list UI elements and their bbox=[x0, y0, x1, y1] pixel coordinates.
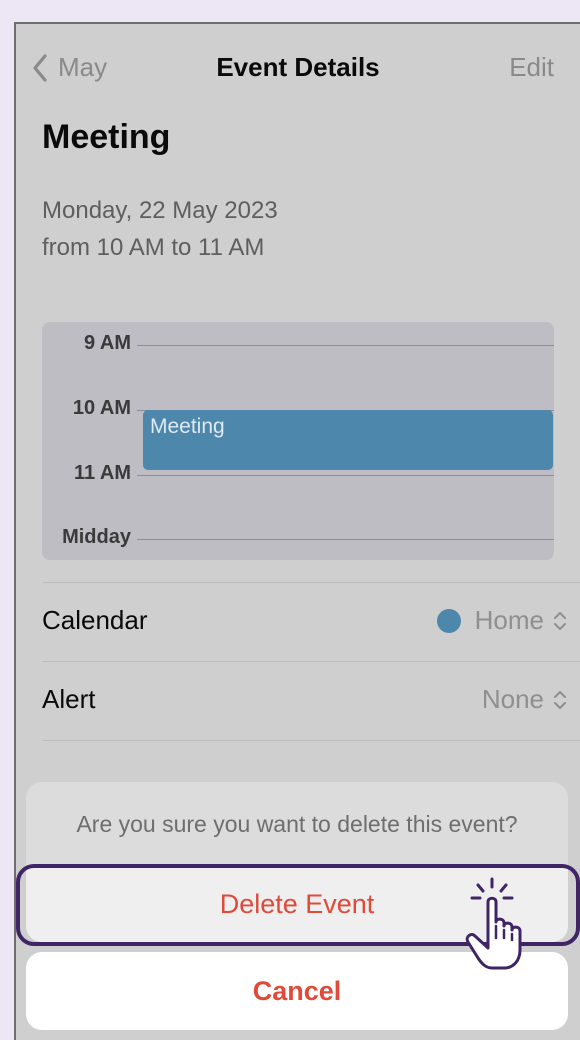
navigation-bar: May Event Details Edit bbox=[16, 24, 580, 114]
day-timeline-preview[interactable]: 9 AM 10 AM 11 AM Midday Meeting bbox=[42, 322, 554, 560]
timeline-hour-label: 10 AM bbox=[72, 397, 131, 419]
alert-value: None bbox=[481, 684, 544, 714]
event-date-time: Monday, 22 May 2023 from 10 AM to 11 AM bbox=[42, 192, 278, 266]
chevron-up-down-icon bbox=[554, 611, 566, 630]
alert-row[interactable]: Alert None bbox=[42, 661, 580, 739]
delete-event-button[interactable]: Delete Event bbox=[26, 867, 568, 942]
timeline-hour-line bbox=[137, 539, 554, 540]
timeline-event-block[interactable]: Meeting bbox=[143, 410, 553, 470]
alert-selector[interactable]: None bbox=[482, 684, 568, 715]
event-date: Monday, 22 May 2023 bbox=[42, 197, 278, 224]
delete-confirmation-sheet: Are you sure you want to delete this eve… bbox=[26, 782, 568, 942]
timeline-hour-line bbox=[137, 345, 554, 346]
timeline-hour-label: 9 AM bbox=[83, 332, 131, 354]
event-details-screen: May Event Details Edit Meeting Monday, 2… bbox=[14, 22, 580, 1040]
calendar-label: Calendar bbox=[42, 605, 148, 635]
event-title: Meeting bbox=[42, 118, 171, 156]
back-label: May bbox=[58, 52, 108, 82]
alert-label: Alert bbox=[42, 684, 96, 714]
timeline-hour-line bbox=[137, 475, 554, 476]
confirmation-message: Are you sure you want to delete this eve… bbox=[76, 811, 518, 837]
timeline-hour-row: Midday bbox=[42, 526, 554, 556]
timeline-event-label: Meeting bbox=[150, 415, 225, 438]
calendar-value: Home bbox=[474, 605, 544, 635]
timeline-hour-row: 9 AM bbox=[42, 332, 554, 362]
chevron-left-icon bbox=[33, 53, 47, 82]
timeline-hour-label: Midday bbox=[62, 526, 131, 548]
event-time: from 10 AM to 11 AM bbox=[42, 234, 265, 261]
back-button[interactable]: May bbox=[32, 52, 107, 83]
calendar-row[interactable]: Calendar Home bbox=[42, 582, 580, 660]
chevron-up-down-icon bbox=[554, 690, 566, 709]
row-divider bbox=[42, 740, 580, 741]
circle-icon bbox=[436, 608, 461, 633]
cancel-button[interactable]: Cancel bbox=[26, 952, 568, 1030]
edit-button[interactable]: Edit bbox=[509, 52, 554, 83]
calendar-selector[interactable]: Home bbox=[436, 605, 568, 636]
timeline-hour-label: 11 AM bbox=[73, 462, 131, 484]
